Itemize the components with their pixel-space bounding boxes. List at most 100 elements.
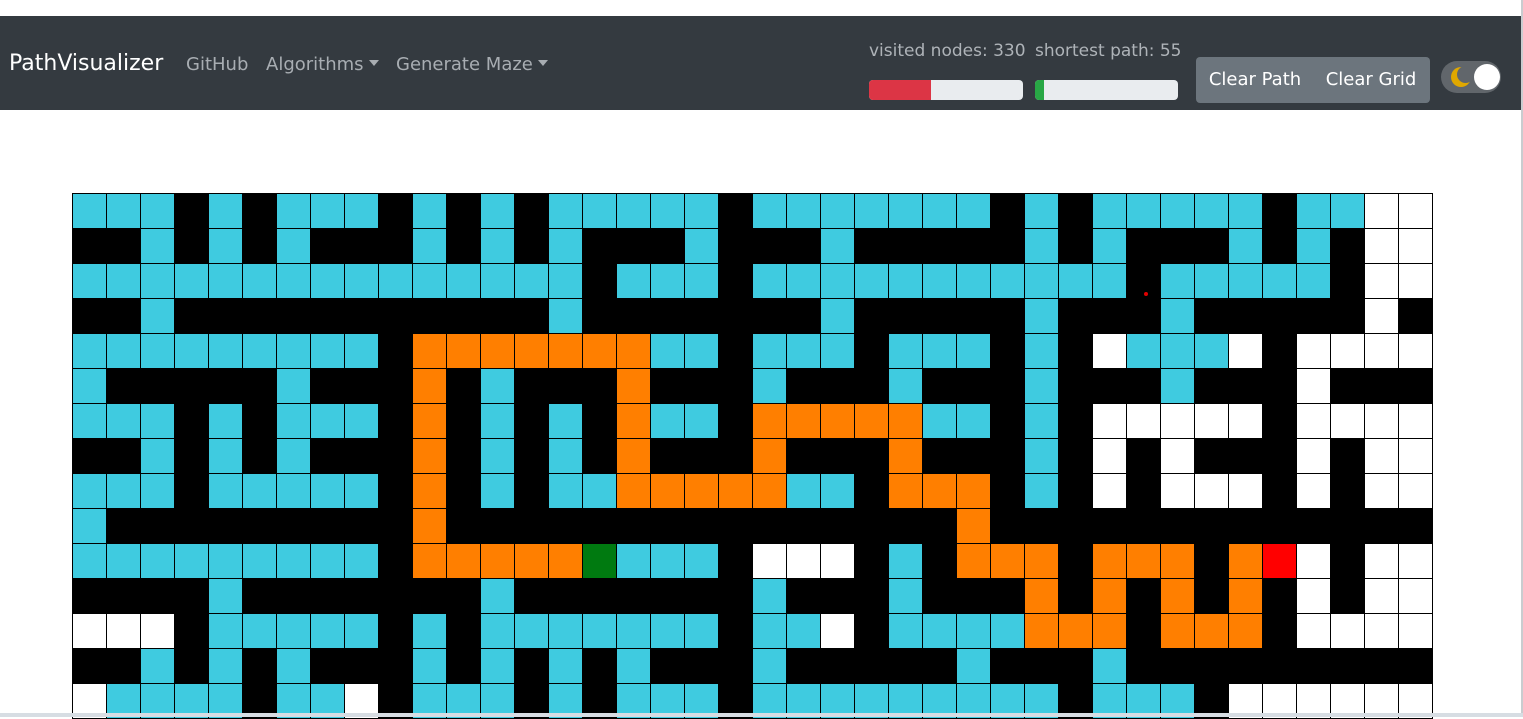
empty-node[interactable] xyxy=(1331,404,1365,439)
visited-node[interactable] xyxy=(277,334,311,369)
visited-node[interactable] xyxy=(1025,264,1059,299)
empty-node[interactable] xyxy=(1365,404,1399,439)
visited-node[interactable] xyxy=(991,264,1025,299)
wall[interactable] xyxy=(583,579,617,614)
visited-node[interactable] xyxy=(957,649,991,684)
empty-node[interactable] xyxy=(1229,474,1263,509)
visited-node[interactable] xyxy=(243,334,277,369)
empty-node[interactable] xyxy=(107,614,141,649)
wall[interactable] xyxy=(345,649,379,684)
path-node[interactable] xyxy=(889,439,923,474)
visited-node[interactable] xyxy=(889,334,923,369)
wall[interactable] xyxy=(583,439,617,474)
wall[interactable] xyxy=(1263,579,1297,614)
wall[interactable] xyxy=(1127,614,1161,649)
clear-grid-button[interactable]: Clear Grid xyxy=(1316,57,1426,103)
visited-node[interactable] xyxy=(277,439,311,474)
wall[interactable] xyxy=(855,229,889,264)
wall[interactable] xyxy=(379,404,413,439)
visited-node[interactable] xyxy=(991,614,1025,649)
wall[interactable] xyxy=(957,369,991,404)
wall[interactable] xyxy=(1195,579,1229,614)
wall[interactable] xyxy=(991,194,1025,229)
visited-node[interactable] xyxy=(107,194,141,229)
wall[interactable] xyxy=(719,299,753,334)
visited-node[interactable] xyxy=(277,614,311,649)
visited-node[interactable] xyxy=(549,229,583,264)
wall[interactable] xyxy=(1331,579,1365,614)
path-node[interactable] xyxy=(1025,614,1059,649)
wall[interactable] xyxy=(1263,439,1297,474)
path-node[interactable] xyxy=(447,544,481,579)
wall[interactable] xyxy=(855,614,889,649)
wall[interactable] xyxy=(277,579,311,614)
wall[interactable] xyxy=(1331,264,1365,299)
wall[interactable] xyxy=(515,509,549,544)
wall[interactable] xyxy=(889,649,923,684)
visited-node[interactable] xyxy=(175,334,209,369)
visited-node[interactable] xyxy=(889,579,923,614)
wall[interactable] xyxy=(617,509,651,544)
visited-node[interactable] xyxy=(141,264,175,299)
visited-node[interactable] xyxy=(1127,334,1161,369)
visited-node[interactable] xyxy=(175,544,209,579)
wall[interactable] xyxy=(719,334,753,369)
wall[interactable] xyxy=(991,299,1025,334)
visited-node[interactable] xyxy=(685,404,719,439)
wall[interactable] xyxy=(311,649,345,684)
empty-node[interactable] xyxy=(1331,614,1365,649)
visited-node[interactable] xyxy=(413,229,447,264)
wall[interactable] xyxy=(855,299,889,334)
visited-node[interactable] xyxy=(209,579,243,614)
wall[interactable] xyxy=(1059,474,1093,509)
wall[interactable] xyxy=(481,299,515,334)
wall[interactable] xyxy=(515,439,549,474)
empty-node[interactable] xyxy=(1297,474,1331,509)
empty-node[interactable] xyxy=(1161,439,1195,474)
wall[interactable] xyxy=(107,439,141,474)
wall[interactable] xyxy=(175,579,209,614)
wall[interactable] xyxy=(1229,439,1263,474)
wall[interactable] xyxy=(617,579,651,614)
visited-node[interactable] xyxy=(209,264,243,299)
visited-node[interactable] xyxy=(549,474,583,509)
visited-node[interactable] xyxy=(753,194,787,229)
wall[interactable] xyxy=(651,299,685,334)
wall[interactable] xyxy=(889,509,923,544)
wall[interactable] xyxy=(787,369,821,404)
wall[interactable] xyxy=(379,579,413,614)
empty-node[interactable] xyxy=(1399,474,1433,509)
path-node[interactable] xyxy=(617,404,651,439)
wall[interactable] xyxy=(1331,509,1365,544)
wall[interactable] xyxy=(1093,299,1127,334)
visited-node[interactable] xyxy=(311,544,345,579)
wall[interactable] xyxy=(1127,369,1161,404)
empty-node[interactable] xyxy=(1365,334,1399,369)
path-node[interactable] xyxy=(685,474,719,509)
wall[interactable] xyxy=(209,369,243,404)
target-node[interactable] xyxy=(1263,544,1297,579)
wall[interactable] xyxy=(889,299,923,334)
visited-node[interactable] xyxy=(957,404,991,439)
wall[interactable] xyxy=(1297,299,1331,334)
wall[interactable] xyxy=(1331,299,1365,334)
visited-node[interactable] xyxy=(73,404,107,439)
visited-node[interactable] xyxy=(923,194,957,229)
wall[interactable] xyxy=(1093,509,1127,544)
path-node[interactable] xyxy=(719,474,753,509)
visited-node[interactable] xyxy=(481,404,515,439)
visited-node[interactable] xyxy=(651,404,685,439)
wall[interactable] xyxy=(1127,299,1161,334)
wall[interactable] xyxy=(719,439,753,474)
wall[interactable] xyxy=(379,194,413,229)
visited-node[interactable] xyxy=(1093,649,1127,684)
wall[interactable] xyxy=(855,649,889,684)
visited-node[interactable] xyxy=(515,264,549,299)
visited-node[interactable] xyxy=(685,544,719,579)
wall[interactable] xyxy=(719,614,753,649)
wall[interactable] xyxy=(1331,544,1365,579)
wall[interactable] xyxy=(719,649,753,684)
wall[interactable] xyxy=(1263,474,1297,509)
wall[interactable] xyxy=(923,229,957,264)
visited-node[interactable] xyxy=(889,194,923,229)
